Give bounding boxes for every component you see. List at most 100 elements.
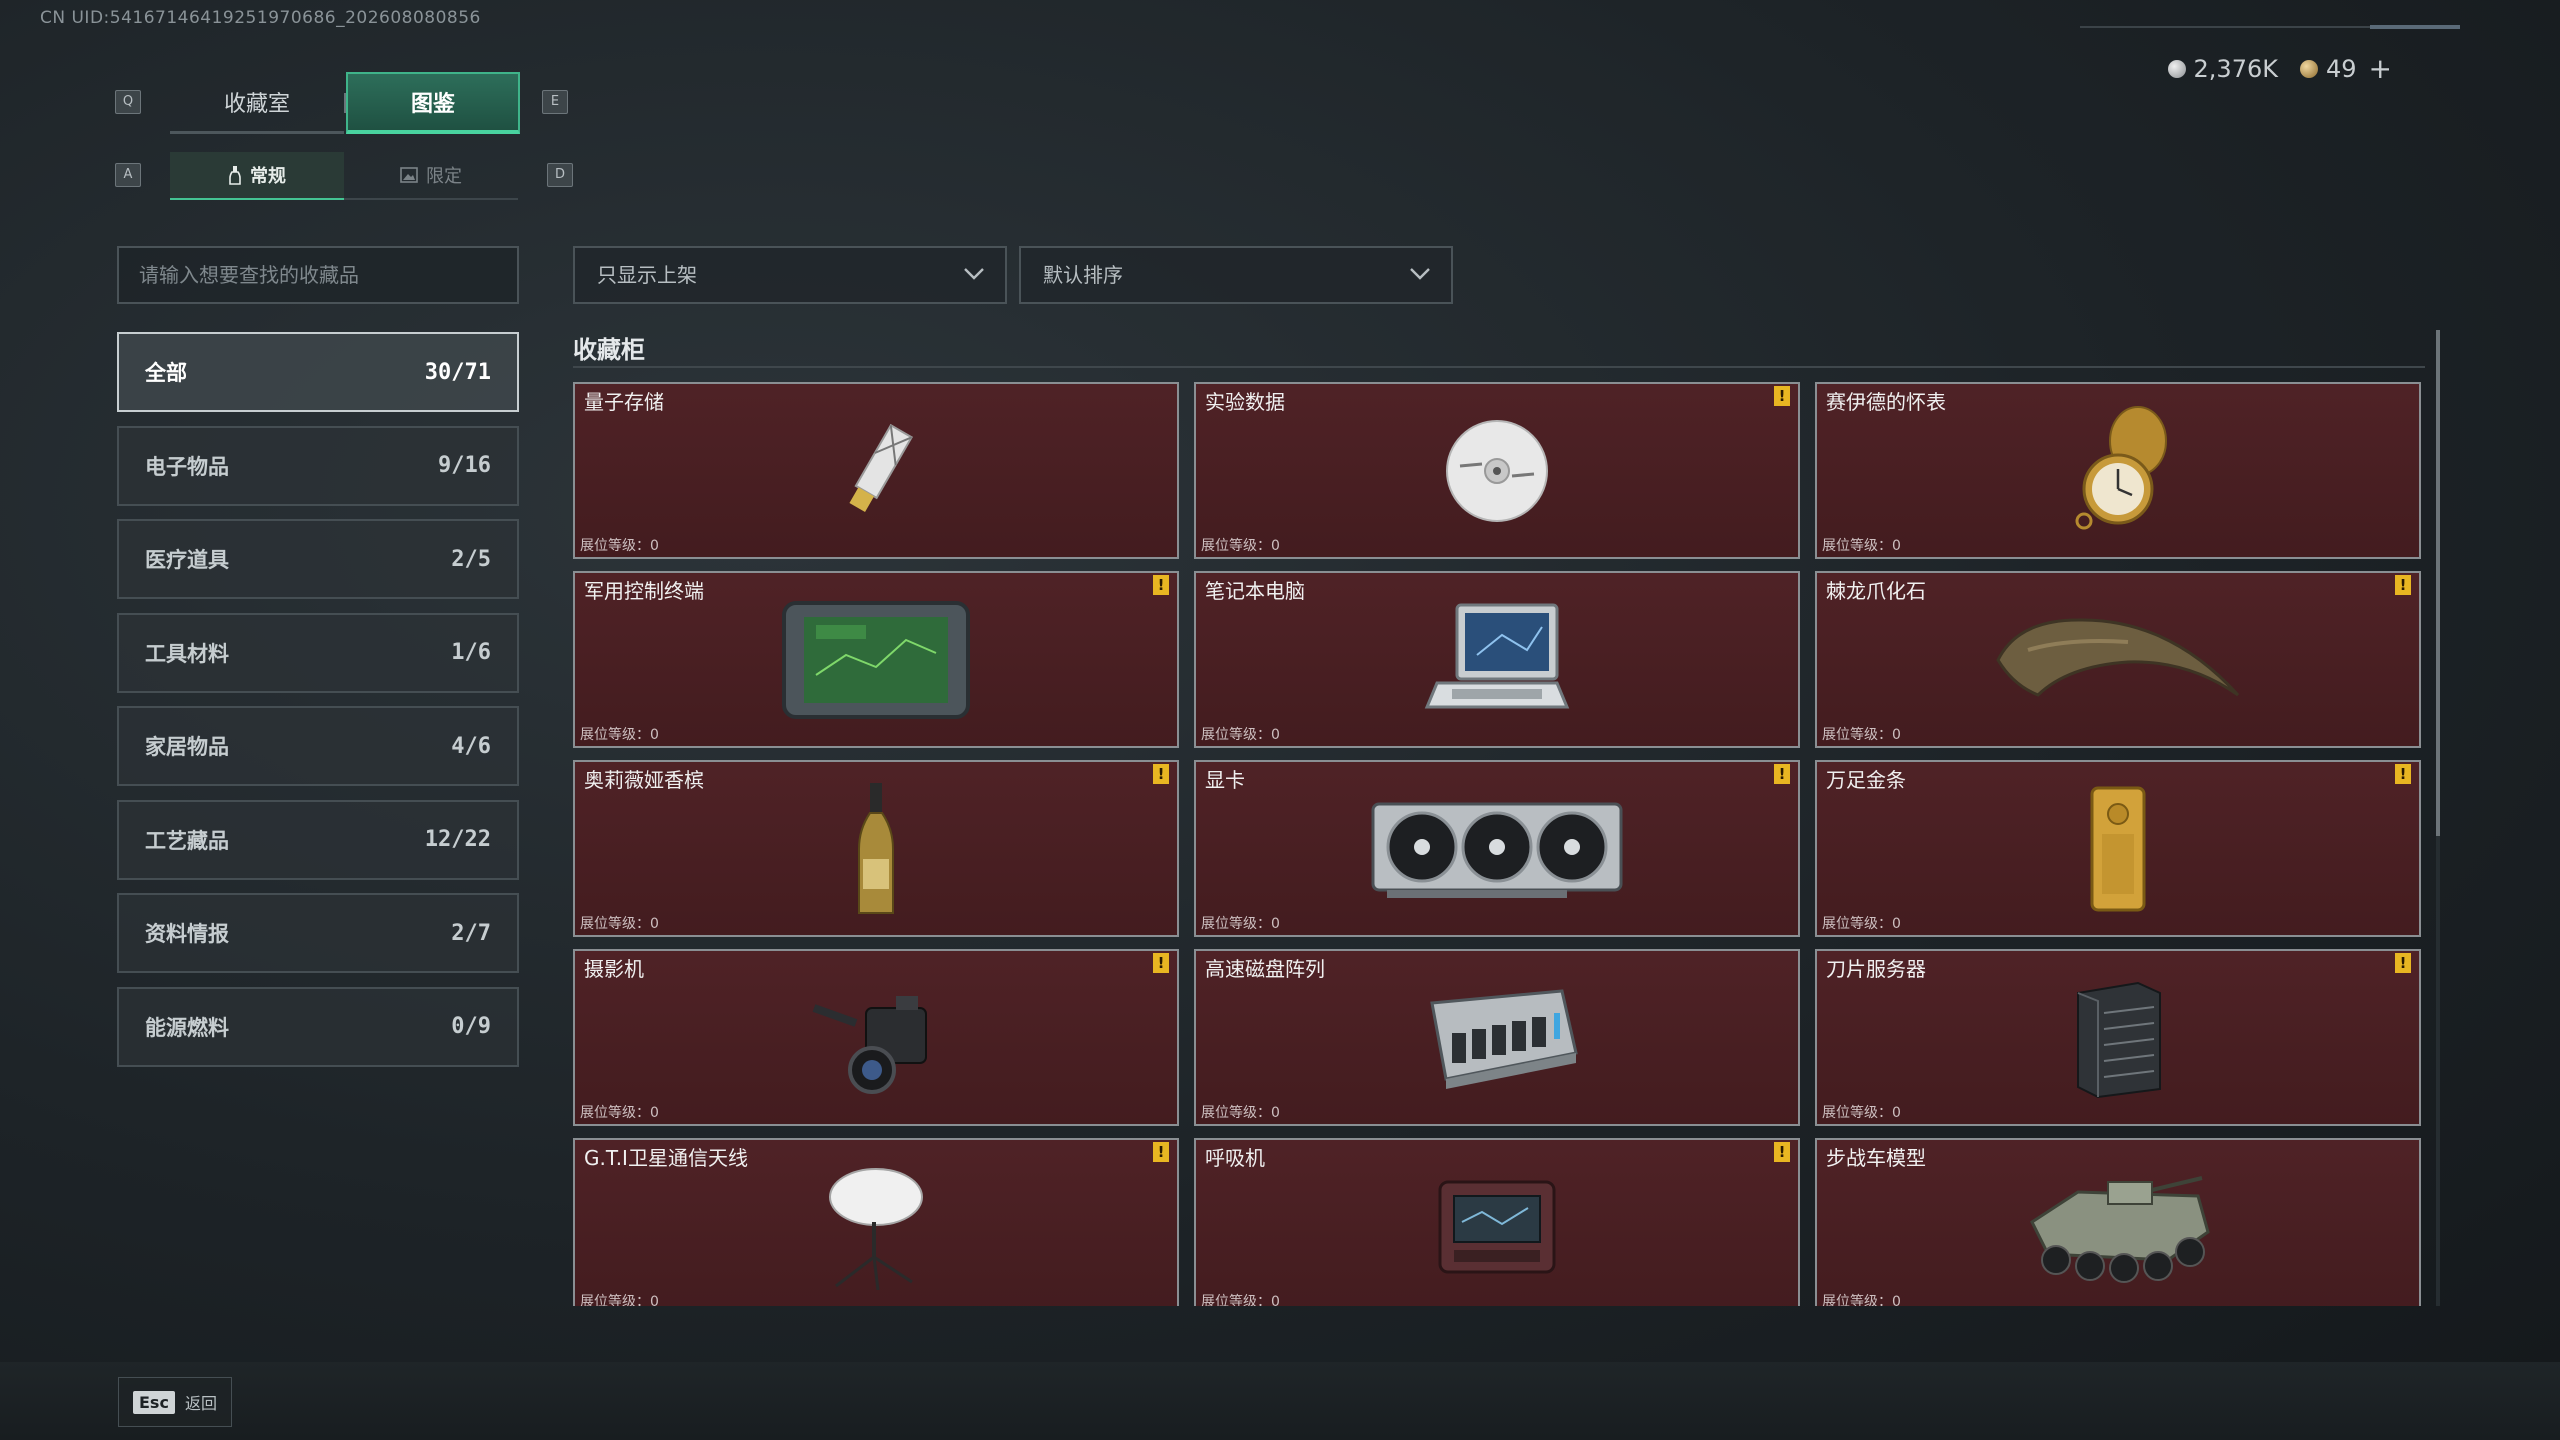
item-card[interactable]: 棘龙爪化石 ! 展位等级：0 [1815,571,2421,748]
search-input[interactable]: 请输入想要查找的收藏品 [117,246,519,304]
alert-badge: ! [1774,386,1790,406]
item-name: 步战车模型 [1826,1146,1926,1170]
tab-codex[interactable]: 图鉴 [346,72,520,134]
category-medical[interactable]: 医疗道具 2/5 [117,519,519,599]
satellite-dish-icon [829,1167,923,1290]
silver-amount: 2,376K [2193,54,2278,83]
section-title: 收藏柜 [573,336,645,364]
item-name: 赛伊德的怀表 [1826,390,1946,414]
category-tools[interactable]: 工具材料 1/6 [117,612,519,693]
alert-badge: ! [1774,1142,1790,1162]
category-count: 0/9 [451,1014,491,1039]
back-label: 返回 [184,1394,217,1413]
alert-badge: ! [1153,1142,1169,1162]
disk-array-icon [1430,988,1578,1089]
item-name: 万足金条 [1826,768,1906,792]
item-card[interactable]: 笔记本电脑 展位等级：0 [1194,571,1800,748]
subtab-limited[interactable]: 限定 [344,152,518,200]
item-name: 棘龙爪化石 [1826,579,1926,603]
tab-collection-room[interactable]: 收藏室 [170,72,344,134]
item-name: 摄影机 [584,957,644,981]
a-key-hint: A [115,163,141,187]
alert-badge: ! [1774,764,1790,784]
grid-scrollbar[interactable] [2436,330,2440,1306]
item-level: 展位等级：0 [580,538,659,554]
item-card[interactable]: 显卡 ! 展位等级：0 [1194,760,1800,937]
item-level: 展位等级：0 [1201,727,1280,743]
e-key-hint: E [542,90,568,114]
category-count: 1/6 [451,640,491,665]
blade-server-icon [2077,981,2161,1098]
item-level: 展位等级：0 [1822,1105,1901,1121]
collection-grid: 量子存储 展位等级：0 实验数据 ! 展位等级：0 赛伊德的怀表 展位等级：0 … [573,382,2425,1306]
item-card[interactable]: 刀片服务器 ! 展位等级：0 [1815,949,2421,1126]
section-divider [573,366,2425,368]
category-count: 9/16 [438,453,491,478]
chevron-down-icon [964,268,984,280]
bottle-icon [229,166,241,185]
item-card[interactable]: 高速磁盘阵列 展位等级：0 [1194,949,1800,1126]
ventilator-icon [1438,1180,1556,1273]
category-electronics[interactable]: 电子物品 9/16 [117,425,519,506]
esc-key-hint: Esc [133,1390,175,1414]
category-label: 资料情报 [145,922,229,946]
laptop-icon [1424,603,1570,708]
top-decoration-line [2080,25,2460,29]
category-energy[interactable]: 能源燃料 0/9 [117,986,519,1067]
chevron-down-icon [1410,268,1430,280]
subtab-limited-label: 限定 [426,166,462,187]
alert-badge: ! [1153,953,1169,973]
item-level: 展位等级：0 [1201,1105,1280,1121]
currency-bar: 2,376K 49 + [2167,52,2392,85]
item-name: 高速磁盘阵列 [1205,957,1325,981]
image-frame-icon [400,167,418,183]
item-name: 军用控制终端 [584,579,704,603]
item-card[interactable]: 实验数据 ! 展位等级：0 [1194,382,1800,559]
category-home[interactable]: 家居物品 4/6 [117,706,519,786]
item-name: 刀片服务器 [1826,957,1926,981]
item-name: 显卡 [1205,768,1245,792]
category-crafts[interactable]: 工艺藏品 12/22 [117,799,519,880]
alert-badge: ! [1153,764,1169,784]
item-level: 展位等级：0 [1201,916,1280,932]
item-level: 展位等级：0 [1822,538,1901,554]
item-card[interactable]: 军用控制终端 ! 展位等级：0 [573,571,1179,748]
item-card[interactable]: 赛伊德的怀表 展位等级：0 [1815,382,2421,559]
alert-badge: ! [1153,575,1169,595]
gold-currency: 49 + [2299,52,2392,85]
category-label: 医疗道具 [145,548,229,572]
item-name: 呼吸机 [1205,1146,1265,1170]
item-card[interactable]: 万足金条 ! 展位等级：0 [1815,760,2421,937]
subtab-regular-label: 常规 [250,166,286,187]
disc-icon [1446,419,1548,522]
item-level: 展位等级：0 [1822,1294,1901,1306]
category-label: 工具材料 [145,641,229,666]
add-currency-button[interactable]: + [2369,52,2392,85]
shelf-filter-dropdown[interactable]: 只显示上架 [573,246,1007,304]
gold-coin-icon [2299,59,2318,78]
main-tabs: 收藏室 图鉴 [170,72,520,134]
item-card[interactable]: 量子存储 展位等级：0 [573,382,1179,559]
item-card[interactable]: 奥莉薇娅香槟 ! 展位等级：0 [573,760,1179,937]
category-count: 4/6 [451,733,491,759]
q-key-hint: Q [115,90,141,114]
category-count: 12/22 [424,827,491,852]
category-intel[interactable]: 资料情报 2/7 [117,893,519,973]
item-level: 展位等级：0 [580,916,659,932]
category-label: 能源燃料 [145,1015,229,1040]
item-level: 展位等级：0 [580,727,659,743]
video-camera-icon [812,995,927,1094]
item-card[interactable]: G.T.I卫星通信天线 ! 展位等级：0 [573,1138,1179,1306]
scrollbar-thumb[interactable] [2436,330,2440,836]
alert-badge: ! [2395,953,2411,973]
sort-dropdown[interactable]: 默认排序 [1019,246,1453,304]
ifv-model-icon [2030,1175,2210,1283]
subtab-regular[interactable]: 常规 [170,152,344,200]
claw-fossil-icon [1996,617,2240,697]
item-card[interactable]: 呼吸机 ! 展位等级：0 [1194,1138,1800,1306]
gold-amount: 49 [2325,54,2357,83]
back-button[interactable]: Esc 返回 [118,1377,232,1427]
category-all[interactable]: 全部 30/71 [117,332,519,412]
item-card[interactable]: 步战车模型 展位等级：0 [1815,1138,2421,1306]
item-card[interactable]: 摄影机 ! 展位等级：0 [573,949,1179,1126]
